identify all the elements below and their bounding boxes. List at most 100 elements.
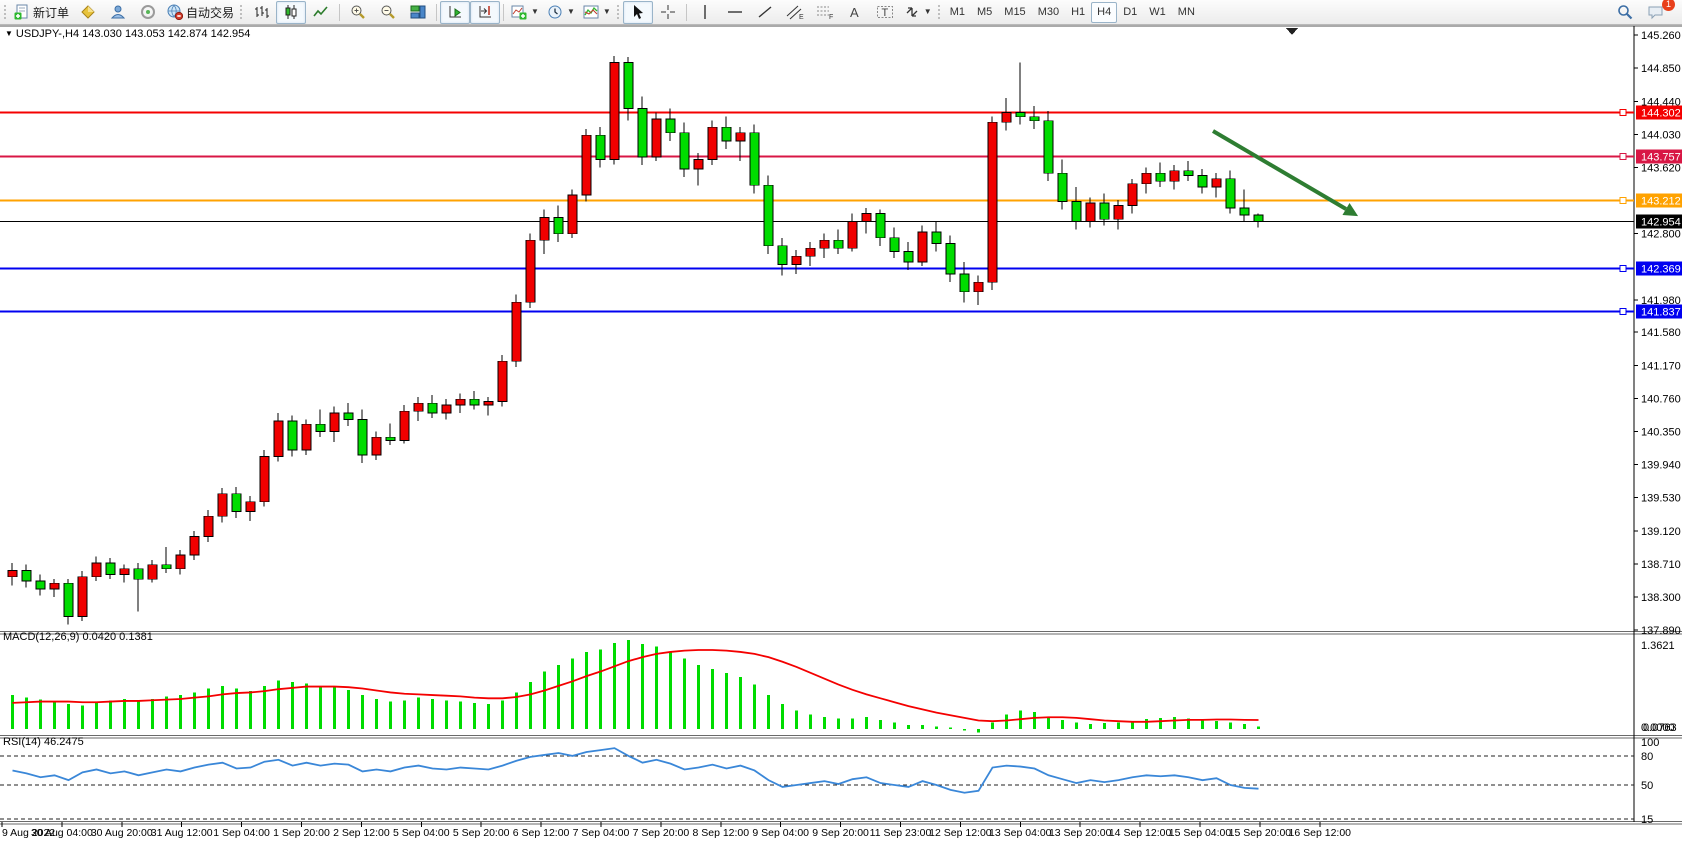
bar-chart-mode-button[interactable] [246, 1, 276, 24]
text-tool[interactable]: A [840, 1, 870, 24]
timeframe-H1[interactable]: H1 [1065, 2, 1091, 23]
clock-icon [547, 4, 563, 20]
crosshair-icon [660, 4, 676, 20]
vertical-line-tool[interactable] [690, 1, 720, 24]
price-axis[interactable]: 145.260144.850144.440144.030143.620142.8… [0, 26, 1682, 824]
toolbar-grip[interactable] [3, 4, 7, 20]
chevron-down-icon: ▼ [531, 8, 539, 16]
search-icon [1617, 4, 1633, 20]
cursor-button[interactable] [623, 1, 653, 24]
toolbar: 新订单 [0, 0, 1682, 25]
trendline-tool[interactable] [750, 1, 780, 24]
time-axis[interactable]: 9 Aug 202230 Aug 04:0030 Aug 20:0031 Aug… [2, 822, 1351, 839]
auto-scroll-button[interactable] [440, 1, 470, 24]
svg-text:1.3621: 1.3621 [1641, 640, 1675, 652]
svg-text:144.030: 144.030 [1641, 129, 1681, 141]
chart-shift-icon [477, 4, 493, 20]
zoom-out-button[interactable] [373, 1, 403, 24]
svg-text:T: T [881, 7, 888, 19]
timeframe-M15[interactable]: M15 [998, 2, 1031, 23]
group-grip[interactable] [937, 4, 941, 20]
vertical-line-icon [698, 4, 712, 20]
svg-text:1 Sep 20:00: 1 Sep 20:00 [273, 827, 330, 839]
chevron-down-icon: ▼ [567, 8, 575, 16]
svg-text:141.580: 141.580 [1641, 327, 1681, 339]
svg-text:139.940: 139.940 [1641, 460, 1681, 472]
timeframe-MN[interactable]: MN [1172, 2, 1201, 23]
group-grip[interactable] [616, 4, 620, 20]
svg-text:143.757: 143.757 [1641, 151, 1681, 163]
timeframe-W1[interactable]: W1 [1143, 2, 1172, 23]
new-order-button[interactable]: 新订单 [10, 1, 73, 24]
svg-text:139.530: 139.530 [1641, 493, 1681, 505]
line-chart-mode-button[interactable] [306, 1, 336, 24]
macd-pane: 1.36210.00000.0763 [13, 640, 1677, 734]
timeframe-M1[interactable]: M1 [944, 2, 971, 23]
market-watch-button[interactable] [73, 1, 103, 24]
periods-button[interactable]: ▼ [543, 1, 579, 24]
channel-tool[interactable]: E [780, 1, 810, 24]
signal-button[interactable] [133, 1, 163, 24]
svg-text:138.710: 138.710 [1641, 559, 1681, 571]
notification-badge: 1 [1662, 0, 1675, 11]
text-label-tool[interactable]: T [870, 1, 900, 24]
svg-text:A: A [850, 5, 859, 20]
cursor-arrow-icon [630, 4, 646, 20]
crosshair-button[interactable] [653, 1, 683, 24]
svg-text:2 Sep 12:00: 2 Sep 12:00 [333, 827, 390, 839]
svg-text:16 Sep 12:00: 16 Sep 12:00 [1289, 827, 1352, 839]
timeframe-H4[interactable]: H4 [1091, 2, 1117, 23]
search-button[interactable] [1610, 1, 1640, 24]
svg-text:31 Aug 12:00: 31 Aug 12:00 [151, 827, 213, 839]
svg-text:50: 50 [1641, 780, 1653, 792]
auto-trading-button[interactable]: 自动交易 [163, 1, 238, 24]
svg-text:139.120: 139.120 [1641, 526, 1681, 538]
tile-windows-icon [410, 4, 426, 20]
svg-text:E: E [799, 14, 804, 20]
zoom-in-button[interactable] [343, 1, 373, 24]
svg-text:8 Sep 12:00: 8 Sep 12:00 [692, 827, 749, 839]
horizontal-line-tool[interactable] [720, 1, 750, 24]
level-lines[interactable] [0, 109, 1634, 314]
svg-text:143.620: 143.620 [1641, 163, 1681, 175]
templates-button[interactable]: ▼ [579, 1, 615, 24]
svg-text:141.837: 141.837 [1641, 306, 1681, 318]
fibonacci-tool[interactable]: F [810, 1, 840, 24]
macd-indicator-label: MACD(12,26,9) 0.0420 0.1381 [3, 631, 153, 643]
auto-scroll-icon [447, 4, 463, 20]
svg-text:5 Sep 04:00: 5 Sep 04:00 [393, 827, 450, 839]
timeframe-M5[interactable]: M5 [971, 2, 998, 23]
svg-text:30 Aug 20:00: 30 Aug 20:00 [91, 827, 153, 839]
arrows-tool[interactable]: ▼ [900, 1, 936, 24]
svg-text:145.260: 145.260 [1641, 30, 1681, 42]
svg-text:140.350: 140.350 [1641, 427, 1681, 439]
text-label-icon: T [876, 4, 894, 20]
timeframe-D1[interactable]: D1 [1117, 2, 1143, 23]
svg-text:7 Sep 20:00: 7 Sep 20:00 [633, 827, 690, 839]
toolbar-separator [339, 4, 340, 21]
toolbar-separator [503, 4, 504, 21]
ohlc-bars-icon [253, 4, 269, 20]
chart-shift-button[interactable] [470, 1, 500, 24]
candlestick-mode-button[interactable] [276, 1, 306, 24]
zoom-out-icon [380, 4, 396, 20]
navigator-button[interactable] [103, 1, 133, 24]
toolbar-separator [436, 4, 437, 21]
yellow-cube-icon [80, 4, 96, 20]
chart-canvas[interactable]: 145.260144.850144.440144.030143.620142.8… [0, 0, 1682, 846]
toolbar-separator [686, 4, 687, 21]
notifications-button[interactable]: 1 [1640, 1, 1670, 24]
indicators-button[interactable]: ▼ [507, 1, 543, 24]
timeframe-M30[interactable]: M30 [1032, 2, 1065, 23]
rsi-indicator-label: RSI(14) 46.2475 [3, 736, 84, 748]
new-order-label: 新订单 [33, 4, 69, 21]
svg-text:138.300: 138.300 [1641, 592, 1681, 604]
tile-windows-button[interactable] [403, 1, 433, 24]
svg-text:142.954: 142.954 [1641, 216, 1681, 228]
svg-text:137.890: 137.890 [1641, 625, 1681, 637]
zoom-in-icon [350, 4, 366, 20]
text-a-icon: A [848, 4, 862, 20]
group-grip[interactable] [239, 4, 243, 20]
svg-text:143.212: 143.212 [1641, 195, 1681, 207]
candlesticks [8, 56, 1263, 624]
